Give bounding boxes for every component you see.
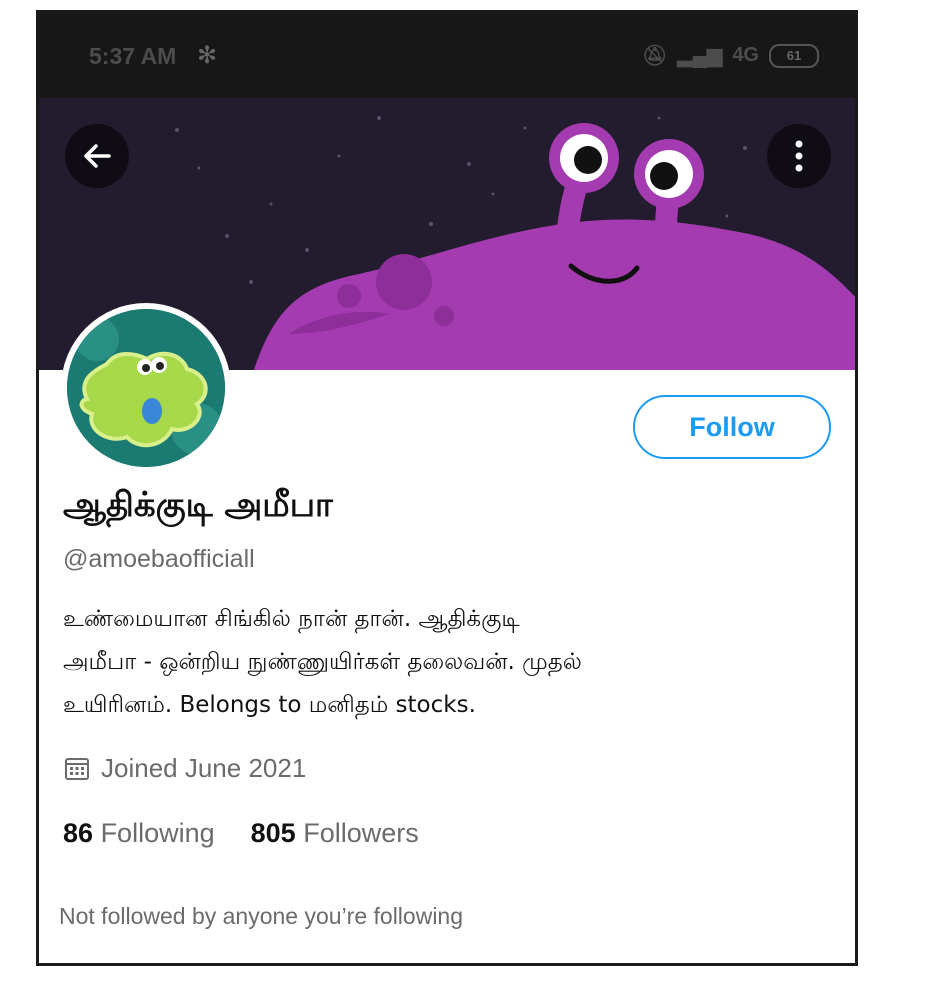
status-time: 5:37 AM [89, 43, 177, 69]
back-button[interactable] [65, 124, 129, 188]
phone-screen: 5:37 AM ✻ 🔕︎ ▂▄▆ 4G 61 Follow ஆதிக்குடி … [36, 10, 858, 966]
followers-count: 805 [250, 818, 296, 848]
avatar-image [67, 309, 225, 467]
more-vertical-icon [795, 140, 803, 172]
bio-line: உயிரினம். Belongs to மனிதம் stocks. [63, 692, 476, 718]
follow-button[interactable]: Follow [633, 395, 831, 459]
profile-bio: உண்மையான சிங்கில் நான் தான். ஆதிக்குடி அ… [63, 598, 823, 727]
bio-line: அமீபா - ஒன்றிய நுண்ணுயிர்கள் தலைவன். முத… [63, 649, 582, 675]
joined-date: Joined June 2021 [63, 753, 306, 784]
user-handle: @amoebaofficiall [63, 545, 255, 573]
status-right-group: 🔕︎ ▂▄▆ 4G 61 [642, 43, 819, 68]
joined-text: Joined June 2021 [101, 753, 307, 783]
display-name: ஆதிக்குடி அமீபா [63, 485, 333, 525]
following-count: 86 [63, 818, 94, 848]
follow-stats: 86 Following 805 Followers [63, 818, 419, 849]
following-label: Following [100, 818, 215, 848]
bio-line: உண்மையான சிங்கில் நான் தான். ஆதிக்குடி [63, 606, 520, 632]
amoeba-avatar-illustration [67, 309, 225, 467]
battery-icon: 61 [769, 43, 819, 68]
avatar[interactable] [61, 303, 231, 473]
signal-icon: ▂▄▆ [677, 45, 723, 67]
bluetooth-icon: ✻ [197, 41, 218, 69]
mutuals-note: Not followed by anyone you’re following [59, 903, 464, 929]
more-options-button[interactable] [767, 124, 831, 188]
following-link[interactable]: 86 Following [63, 818, 215, 849]
followers-label: Followers [303, 818, 419, 848]
back-arrow-icon [84, 144, 111, 168]
bell-muted-icon: 🔕︎ [641, 45, 668, 67]
network-type: 4G [732, 44, 759, 66]
calendar-icon [65, 757, 89, 780]
followers-link[interactable]: 805 Followers [251, 818, 419, 849]
status-bar: 5:37 AM ✻ 🔕︎ ▂▄▆ 4G 61 [39, 13, 855, 98]
